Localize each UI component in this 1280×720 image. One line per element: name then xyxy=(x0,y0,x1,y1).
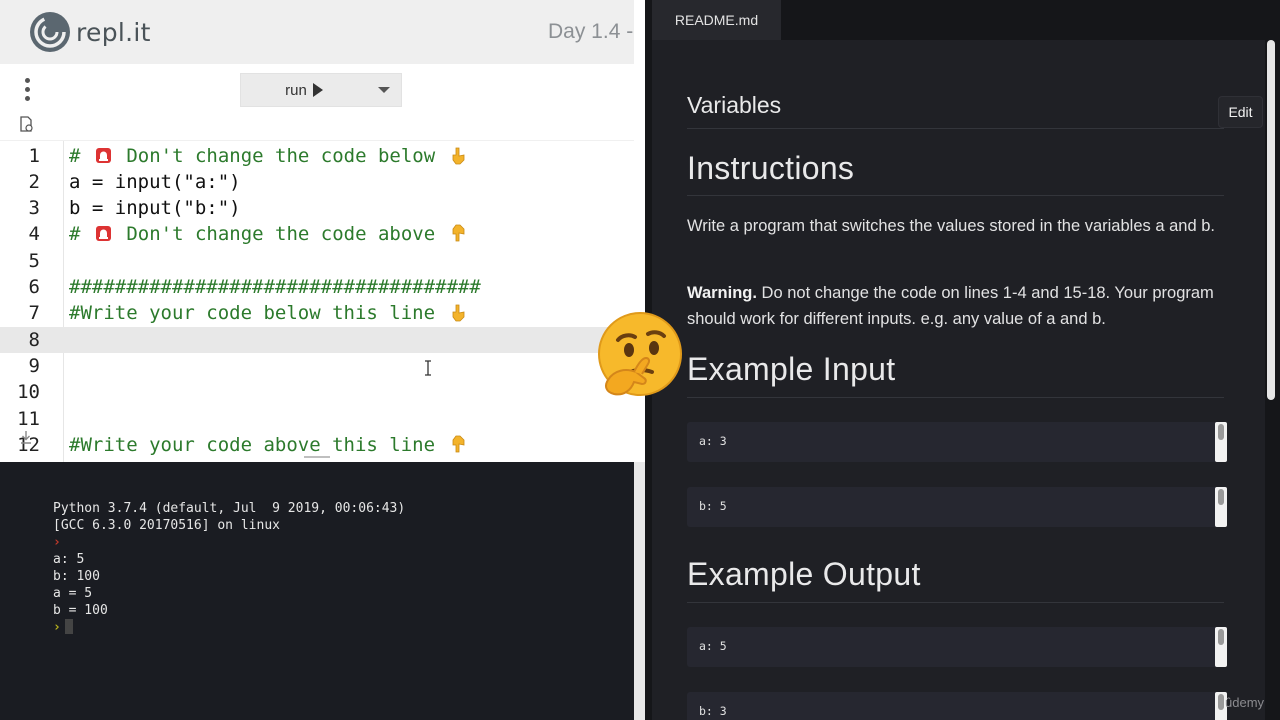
code-block: b: 3 xyxy=(687,692,1227,720)
replit-logo[interactable]: repl.it xyxy=(28,10,151,54)
repl-header: repl.it Day 1.4 - V xyxy=(0,0,645,64)
console-line: a = 5 xyxy=(53,586,93,601)
instructions-heading: Instructions xyxy=(687,150,855,186)
run-label: run xyxy=(285,81,307,99)
logo-text: repl.it xyxy=(76,17,151,47)
divider xyxy=(687,397,1224,398)
text-cursor-icon xyxy=(425,360,431,376)
line-number: 9 xyxy=(28,354,40,377)
active-prompt-icon: › xyxy=(53,620,61,635)
line-number: 7 xyxy=(28,302,40,325)
readme-title: Variables xyxy=(687,92,782,118)
line-number: 6 xyxy=(28,276,40,298)
console[interactable]: Python 3.7.4 (default, Jul 9 2019, 00:06… xyxy=(0,462,634,720)
divider xyxy=(687,602,1224,603)
code-line[interactable]: 7 #Write your code below this line xyxy=(0,300,634,326)
code-block: a: 3 xyxy=(687,422,1227,462)
code-block-text: b: 3 xyxy=(699,704,727,718)
code-line[interactable]: 11 xyxy=(0,406,634,432)
console-line: Python 3.7.4 (default, Jul 9 2019, 00:06… xyxy=(53,501,406,516)
readme-tabbar: README.md xyxy=(645,0,1280,40)
editor-resize-handle[interactable] xyxy=(304,456,330,458)
code-line[interactable]: 10 xyxy=(0,379,634,405)
point-down-icon xyxy=(452,147,465,164)
console-output: Python 3.7.4 (default, Jul 9 2019, 00:06… xyxy=(53,500,405,636)
warning-text: Do not change the code on lines 1-4 and … xyxy=(687,284,1214,328)
readme-content: Edit Variables Instructions Write a prog… xyxy=(652,40,1265,720)
code-line[interactable]: 4 # Don't change the code above xyxy=(0,221,634,247)
code-block: a: 5 xyxy=(687,627,1227,667)
add-file-icon[interactable] xyxy=(18,116,34,132)
code-block-scrollbar[interactable] xyxy=(1215,627,1227,667)
code-block-text: b: 5 xyxy=(699,499,727,513)
code-text: a = input("a:") xyxy=(69,170,241,193)
code-line[interactable]: 8 xyxy=(0,326,634,353)
code-text: # Don't change the code above xyxy=(69,221,470,247)
code-text: #Write your code below this line xyxy=(69,300,470,326)
download-icon[interactable] xyxy=(18,429,34,445)
console-line: b: 100 xyxy=(53,569,100,584)
code-block-text: a: 3 xyxy=(699,434,727,448)
pane-divider[interactable] xyxy=(634,462,645,720)
line-number: 1 xyxy=(28,144,40,167)
divider xyxy=(687,128,1224,129)
code-line[interactable]: 2 a = input("a:") xyxy=(0,169,634,195)
code-line[interactable]: 5 xyxy=(0,248,634,274)
siren-icon xyxy=(95,147,111,163)
replit-logo-icon xyxy=(30,12,70,52)
siren-icon xyxy=(95,226,111,242)
console-caret[interactable] xyxy=(64,619,73,634)
thinking-face-icon xyxy=(598,312,682,396)
warning-label: Warning. xyxy=(687,284,757,302)
code-block-scrollbar[interactable] xyxy=(1215,422,1227,462)
readme-pane: README.md Edit Variables Instructions Wr… xyxy=(645,0,1280,720)
code-line[interactable]: 1 # Don't change the code below xyxy=(0,143,634,169)
line-number: 11 xyxy=(17,407,40,430)
code-block: b: 5 xyxy=(687,487,1227,527)
warning-paragraph: Warning. Do not change the code on lines… xyxy=(687,281,1227,332)
console-line: b = 100 xyxy=(53,603,108,618)
run-button[interactable]: run xyxy=(241,74,367,106)
line-number: 8 xyxy=(28,328,40,351)
more-menu-icon[interactable] xyxy=(20,78,34,104)
repl-workspace: repl.it Day 1.4 - V run 1# Don't change xyxy=(0,0,645,720)
code-text: #Write your code above this line xyxy=(69,432,470,458)
point-down-icon xyxy=(452,304,464,322)
code-text: # Don't change the code below xyxy=(69,143,470,169)
instructions-text: Write a program that switches the values… xyxy=(687,217,1215,235)
code-text: b = input("b:") xyxy=(69,197,241,220)
code-block-text: a: 5 xyxy=(699,639,727,653)
divider xyxy=(687,195,1224,196)
code-line[interactable]: 6 #################################### xyxy=(0,274,634,300)
code-line[interactable]: 12 #Write your code above this line xyxy=(0,432,634,458)
project-title[interactable]: Day 1.4 - V xyxy=(548,20,645,44)
line-number: 4 xyxy=(28,223,40,246)
code-block-scrollbar[interactable] xyxy=(1215,487,1227,527)
readme-scrollbar[interactable] xyxy=(1265,40,1280,720)
edit-button[interactable]: Edit xyxy=(1218,96,1263,128)
run-control: run xyxy=(240,73,402,107)
code-line[interactable]: 3 b = input("b:") xyxy=(0,195,634,221)
console-line: [GCC 6.3.0 20170516] on linux xyxy=(53,518,280,533)
point-up-icon xyxy=(452,435,464,453)
run-dropdown-chevron-down-icon[interactable] xyxy=(367,74,401,106)
point-up-icon xyxy=(452,224,465,242)
line-number: 2 xyxy=(28,170,40,193)
tab-readme[interactable]: README.md xyxy=(652,0,781,40)
code-line[interactable]: 9 xyxy=(0,353,634,379)
udemy-watermark: ûdemy xyxy=(1225,695,1265,710)
code-editor[interactable]: 1 # Don't change the code below 2 a = inpu… xyxy=(0,140,634,462)
example-input-heading: Example Input xyxy=(687,351,896,387)
prompt-icon: › xyxy=(53,535,61,550)
example-output-heading: Example Output xyxy=(687,556,921,592)
line-number: 5 xyxy=(28,249,40,272)
console-line: a: 5 xyxy=(53,552,85,567)
play-icon xyxy=(312,83,323,97)
line-number: 3 xyxy=(28,197,40,220)
code-text: #################################### xyxy=(69,276,481,298)
line-number: 10 xyxy=(17,381,40,404)
